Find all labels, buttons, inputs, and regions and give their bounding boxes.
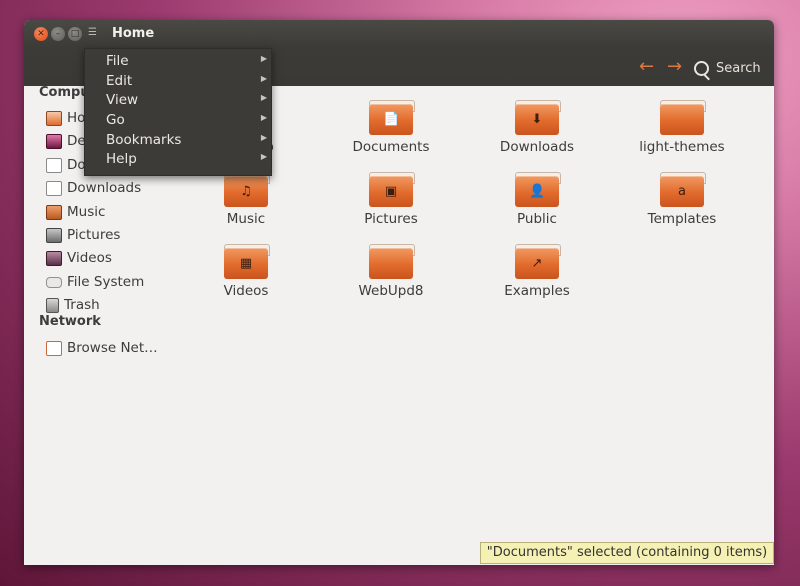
file-templates[interactable]: a Templates xyxy=(617,172,747,236)
documents-folder-icon: 📄 xyxy=(369,100,415,136)
sidebar-item-label: Trash xyxy=(64,297,100,313)
file-label: Public xyxy=(517,211,557,227)
sidebar-item-music[interactable]: Music xyxy=(46,202,105,222)
file-downloads[interactable]: ⬇ Downloads xyxy=(472,100,602,164)
link-folder-icon: ↗ xyxy=(515,244,561,280)
app-menu-icon[interactable]: ☰ xyxy=(88,27,97,38)
forward-arrow-icon[interactable]: → xyxy=(667,56,682,77)
sidebar-item-browse-network[interactable]: Browse Net… xyxy=(46,338,158,358)
file-webupd8[interactable]: WebUpd8 xyxy=(326,244,456,308)
search-button[interactable]: Search xyxy=(694,58,761,78)
sidebar-item-file-system[interactable]: File System xyxy=(46,272,144,292)
sidebar-item-trash[interactable]: Trash xyxy=(46,295,100,315)
minimize-window-button[interactable]: – xyxy=(51,27,65,41)
sidebar-item-label: File System xyxy=(67,274,145,290)
maximize-window-button[interactable]: □ xyxy=(68,27,82,41)
videos-folder-icon: ▦ xyxy=(224,244,270,280)
app-menu-dropdown: File ▶ Edit ▶ View ▶ Go ▶ Bookmarks ▶ Help ▶ xyxy=(84,48,272,176)
submenu-arrow-icon: ▶ xyxy=(260,113,267,122)
pictures-folder-icon: ▣ xyxy=(369,172,415,208)
status-bar: "Documents" selected (containing 0 items… xyxy=(480,542,774,564)
folder-icon xyxy=(369,244,415,280)
menu-item-bookmarks[interactable]: Bookmarks ▶ xyxy=(85,132,271,151)
file-label: WebUpd8 xyxy=(358,283,424,299)
file-music[interactable]: ♫ Music xyxy=(181,172,311,236)
file-label: Documents xyxy=(352,139,430,155)
file-light-themes[interactable]: light-themes xyxy=(617,100,747,164)
title-bar[interactable]: ✕ – □ ☰ Home xyxy=(24,20,774,48)
sidebar-item-pictures[interactable]: Pictures xyxy=(46,225,120,245)
desktop-icon xyxy=(46,133,62,149)
network-icon xyxy=(46,340,62,356)
search-label: Search xyxy=(716,60,761,76)
back-arrow-icon[interactable]: ← xyxy=(639,56,654,77)
file-label: Music xyxy=(226,211,266,227)
pictures-icon xyxy=(46,227,62,243)
videos-icon xyxy=(46,250,62,266)
submenu-arrow-icon: ▶ xyxy=(260,152,267,161)
file-label: Downloads xyxy=(499,139,575,155)
submenu-arrow-icon: ▶ xyxy=(260,54,267,63)
search-icon xyxy=(694,60,709,76)
submenu-arrow-icon: ▶ xyxy=(260,93,267,102)
sidebar-heading-network: Network xyxy=(39,314,101,329)
music-icon xyxy=(46,204,62,220)
menu-item-view[interactable]: View ▶ xyxy=(85,92,271,111)
public-folder-icon: 👤 xyxy=(515,172,561,208)
file-label: Pictures xyxy=(364,211,418,227)
submenu-arrow-icon: ▶ xyxy=(260,74,267,83)
downloads-icon xyxy=(46,180,62,196)
file-pictures[interactable]: ▣ Pictures xyxy=(326,172,456,236)
file-label: Examples xyxy=(504,283,570,299)
home-folder-icon xyxy=(46,110,62,126)
submenu-arrow-icon: ▶ xyxy=(260,133,267,142)
templates-folder-icon: a xyxy=(660,172,706,208)
file-public[interactable]: 👤 Public xyxy=(472,172,602,236)
drive-icon xyxy=(46,276,62,288)
sidebar-item-label: Browse Net… xyxy=(67,340,158,356)
sidebar-item-label: Downloads xyxy=(67,180,142,196)
window-title: Home xyxy=(112,26,155,41)
music-folder-icon: ♫ xyxy=(224,172,270,208)
folder-icon xyxy=(660,100,706,136)
file-videos[interactable]: ▦ Videos xyxy=(181,244,311,308)
sidebar-item-label: Music xyxy=(67,204,106,220)
menu-item-go[interactable]: Go ▶ xyxy=(85,112,271,131)
file-label: Templates xyxy=(647,211,717,227)
sidebar-item-videos[interactable]: Videos xyxy=(46,248,112,268)
downloads-folder-icon: ⬇ xyxy=(515,100,561,136)
file-label: Videos xyxy=(223,283,269,299)
menu-item-edit[interactable]: Edit ▶ xyxy=(85,73,271,92)
sidebar-item-label: Pictures xyxy=(67,227,121,243)
trash-icon xyxy=(46,297,59,313)
sidebar-item-downloads[interactable]: Downloads xyxy=(46,178,141,198)
documents-icon xyxy=(46,157,62,173)
close-window-button[interactable]: ✕ xyxy=(34,27,48,41)
sidebar-item-label: Videos xyxy=(67,250,112,266)
menu-item-file[interactable]: File ▶ xyxy=(85,53,271,72)
menu-item-help[interactable]: Help ▶ xyxy=(85,151,271,170)
file-label: light-themes xyxy=(639,139,725,155)
file-examples[interactable]: ↗ Examples xyxy=(472,244,602,308)
file-documents[interactable]: 📄 Documents xyxy=(326,100,456,164)
